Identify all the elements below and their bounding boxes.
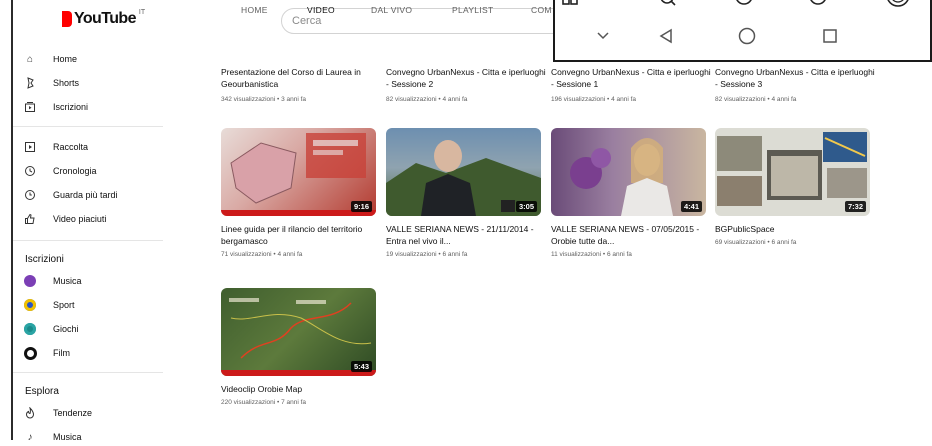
video-meta: 19 visualizzazioni • 6 anni fa <box>386 251 468 258</box>
android-navigation-overlay <box>553 0 932 62</box>
video-duration: 9:16 <box>350 201 372 212</box>
youtube-play-icon <box>62 11 72 27</box>
video-duration: 4:41 <box>680 201 702 212</box>
video-meta: 71 visualizzazioni • 4 anni fa <box>221 251 303 258</box>
sidebar-item-label: Home <box>53 54 78 64</box>
sidebar-item-label: Iscrizioni <box>53 102 89 112</box>
sidebar-item-label: Giochi <box>53 324 79 334</box>
video-thumbnail[interactable]: 3:05 <box>386 128 541 216</box>
video-title[interactable]: Presentazione del Corso di Laurea in Geo… <box>221 66 381 90</box>
video-duration: 3:05 <box>515 201 537 212</box>
sidebar-item-label: Video piaciuti <box>53 214 107 224</box>
tab-community[interactable]: COM <box>531 5 552 15</box>
sidebar-sub-music[interactable]: Musica <box>23 272 82 290</box>
tab-home[interactable]: HOME <box>241 5 268 15</box>
sidebar-item-subscriptions[interactable]: Iscrizioni <box>23 98 88 116</box>
youtube-logo[interactable]: YouTube IT <box>62 8 146 28</box>
app-circle-icon[interactable] <box>885 0 911 7</box>
tab-live[interactable]: DAL VIVO <box>371 5 412 15</box>
sidebar-item-watch-later[interactable]: Guarda più tardi <box>23 186 118 204</box>
sidebar-item-label: Raccolta <box>53 142 89 152</box>
sidebar-item-library[interactable]: Raccolta <box>23 138 88 156</box>
sidebar-sub-film[interactable]: Film <box>23 344 70 362</box>
country-code: IT <box>138 8 146 16</box>
sidebar-item-history[interactable]: Cronologia <box>23 162 97 180</box>
sidebar-item-label: Sport <box>53 300 75 310</box>
video-title[interactable]: Convegno UrbanNexus - Citta e iperluoghi… <box>551 66 711 90</box>
sidebar-item-liked-videos[interactable]: Video piaciuti <box>23 210 106 228</box>
music-icon: ♪ <box>27 431 33 443</box>
trending-icon <box>23 406 37 420</box>
video-title[interactable]: VALLE SERIANA NEWS - 07/05/2015 - Orobie… <box>551 223 711 247</box>
video-title[interactable]: Convegno UrbanNexus - Citta e iperluoghi… <box>715 66 875 90</box>
video-thumbnail[interactable]: 5:43 <box>221 288 376 376</box>
sidebar-item-label: Musica <box>53 276 82 286</box>
games-channel-icon <box>23 322 37 336</box>
search-icon[interactable] <box>659 0 679 7</box>
library-icon <box>23 140 37 154</box>
subscriptions-section-title: Iscrizioni <box>25 254 64 265</box>
device-frame-edge <box>0 0 13 440</box>
sidebar-item-label: Musica <box>53 432 82 442</box>
shorts-icon <box>23 76 37 90</box>
sport-channel-icon <box>23 298 37 312</box>
video-meta: 11 visualizzazioni • 6 anni fa <box>551 251 632 258</box>
app-shortcut-icon[interactable] <box>561 0 581 7</box>
video-title[interactable]: Videoclip Orobie Map <box>221 383 381 395</box>
explore-section-title: Esplora <box>25 386 59 397</box>
sidebar-item-label: Film <box>53 348 70 358</box>
home-icon: ⌂ <box>26 53 34 65</box>
video-meta: 69 visualizzazioni • 6 anni fa <box>715 239 797 246</box>
video-meta: 82 visualizzazioni • 4 anni fa <box>386 96 468 103</box>
video-duration: 5:43 <box>350 361 372 372</box>
sidebar-item-label: Shorts <box>53 78 80 88</box>
app-circle-icon[interactable] <box>807 0 829 7</box>
sidebar-item-trending[interactable]: Tendenze <box>23 404 92 422</box>
watch-later-icon <box>23 188 37 202</box>
music-channel-icon <box>23 274 37 288</box>
video-title[interactable]: BGPublicSpace <box>715 223 875 235</box>
video-title[interactable]: Convegno UrbanNexus - Citta e iperluoghi… <box>386 66 546 90</box>
sidebar-item-label: Cronologia <box>53 166 97 176</box>
video-thumbnail[interactable]: 4:41 <box>551 128 706 216</box>
video-title[interactable]: VALLE SERIANA NEWS - 21/11/2014 - Entra … <box>386 223 546 247</box>
tab-video[interactable]: VIDEO <box>307 5 335 15</box>
sidebar-sub-games[interactable]: Giochi <box>23 320 79 338</box>
sidebar-item-label: Guarda più tardi <box>53 190 118 200</box>
sidebar-item-shorts[interactable]: Shorts <box>23 74 79 92</box>
tab-playlist[interactable]: PLAYLIST <box>452 5 493 15</box>
sidebar: ⌂ Home Shorts Iscrizioni Raccolta Cronol… <box>13 44 163 443</box>
video-thumbnail[interactable]: 9:16 <box>221 128 376 216</box>
sidebar-divider <box>13 372 163 373</box>
sidebar-divider <box>13 126 163 127</box>
video-thumbnail[interactable]: 7:32 <box>715 128 870 216</box>
video-meta: 82 visualizzazioni • 4 anni fa <box>715 96 797 103</box>
sidebar-item-home[interactable]: ⌂ Home <box>23 53 78 68</box>
sidebar-divider <box>13 240 163 241</box>
video-meta: 196 visualizzazioni • 4 anni fa <box>551 96 637 103</box>
chevron-down-icon[interactable] <box>593 26 613 46</box>
film-channel-icon <box>23 346 37 360</box>
home-circle-icon[interactable] <box>737 26 757 46</box>
recents-icon[interactable] <box>820 26 840 46</box>
video-title[interactable]: Linee guida per il rilancio del territor… <box>221 223 381 247</box>
video-meta: 342 visualizzazioni • 3 anni fa <box>221 96 307 103</box>
sidebar-item-music[interactable]: ♪ Musica <box>23 428 82 446</box>
sidebar-sub-sport[interactable]: Sport <box>23 296 75 314</box>
like-icon <box>23 212 37 226</box>
subscriptions-icon <box>23 100 37 114</box>
sidebar-item-label: Tendenze <box>53 408 93 418</box>
back-icon[interactable] <box>656 26 676 46</box>
app-circle-icon[interactable] <box>733 0 755 7</box>
history-icon <box>23 164 37 178</box>
logo-text: YouTube <box>74 10 136 27</box>
video-duration: 7:32 <box>844 201 866 212</box>
video-meta: 220 visualizzazioni • 7 anni fa <box>221 399 307 406</box>
